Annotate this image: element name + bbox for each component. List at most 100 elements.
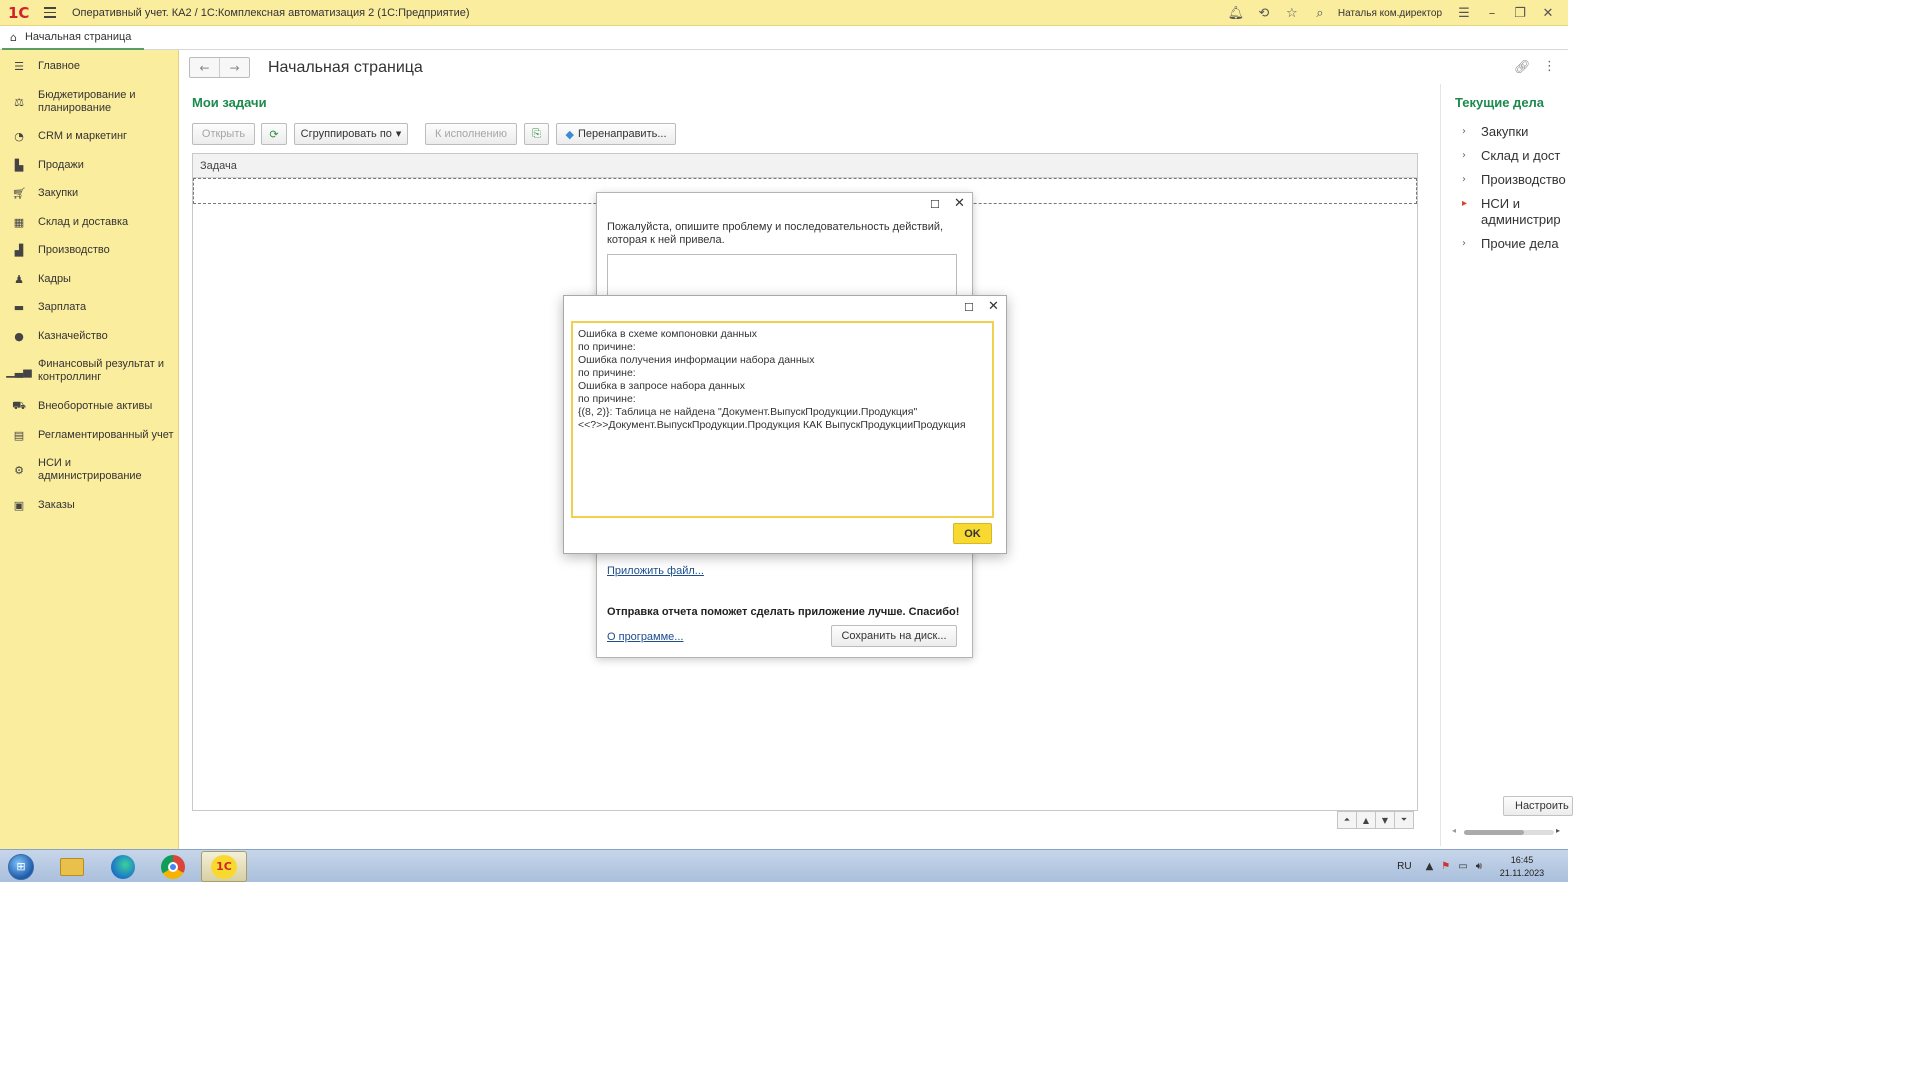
close-icon[interactable]: ✕: [1534, 0, 1562, 26]
edge-icon: [111, 854, 135, 879]
configure-button[interactable]: Настроить: [1503, 796, 1573, 816]
settings-menu-icon[interactable]: ☰: [1450, 0, 1478, 26]
close-icon[interactable]: ✕: [954, 196, 965, 211]
clock[interactable]: 16:45 21.11.2023: [1490, 854, 1554, 880]
warehouse-icon: ▦: [13, 216, 25, 229]
show-hidden-icons-icon[interactable]: ▲: [1426, 861, 1434, 872]
table-scroll-controls: ⏶ ▲ ▼ ⏷: [1337, 811, 1414, 829]
sidebar-item-orders[interactable]: ▣ Заказы: [0, 499, 179, 512]
current-affairs-item[interactable]: › Производство: [1462, 172, 1566, 188]
scroll-top-icon[interactable]: ⏶: [1337, 811, 1357, 829]
start-button[interactable]: ⊞: [3, 851, 39, 882]
sidebar-item-main[interactable]: ☰ Главное: [0, 60, 179, 73]
coin-icon: ●: [14, 330, 24, 343]
network-icon[interactable]: ▭: [1458, 861, 1467, 872]
scroll-left-icon[interactable]: ◂: [1452, 826, 1456, 835]
column-header-task[interactable]: Задача: [193, 154, 1417, 178]
sidebar-item-crm[interactable]: ◔ CRM и маркетинг: [0, 130, 179, 143]
redirect-label: Перенаправить...: [577, 128, 667, 140]
tab-home-page[interactable]: ⌂ Начальная страница: [2, 26, 144, 50]
current-affairs-label: НСИ и администрир: [1481, 196, 1561, 227]
forward-arrow-icon[interactable]: →: [220, 58, 249, 77]
maximize-icon[interactable]: ☐: [930, 198, 940, 211]
sidebar-item-label: CRM и маркетинг: [38, 130, 128, 142]
redirect-button[interactable]: ◆ Перенаправить...: [556, 123, 676, 145]
chevron-right-icon: ›: [1462, 126, 1466, 137]
sidebar-item-sales[interactable]: ▙ Продажи: [0, 159, 179, 172]
error-line: Ошибка получения информации набора данны…: [578, 354, 815, 366]
chrome-taskbar-button[interactable]: [150, 851, 196, 882]
group-by-button[interactable]: Сгруппировать по ▼: [294, 123, 408, 145]
edge-taskbar-button[interactable]: [100, 851, 146, 882]
minimize-icon[interactable]: –: [1478, 0, 1506, 26]
star-icon[interactable]: ☆: [1278, 0, 1306, 26]
sidebar-item-production[interactable]: ▟ Производство: [0, 244, 179, 257]
attach-file-link[interactable]: Приложить файл...: [607, 565, 704, 577]
1c-logo: 1С: [8, 3, 30, 22]
current-affairs-item[interactable]: › Закупки: [1462, 124, 1528, 140]
link-icon[interactable]: 🔗︎: [1514, 60, 1531, 75]
1c-taskbar-button[interactable]: 1С: [201, 851, 247, 882]
sidebar-item-label: Регламентированный учет: [38, 429, 174, 441]
redirect-icon: ◆: [565, 127, 574, 141]
folder-icon: [60, 857, 84, 876]
back-arrow-icon[interactable]: ←: [190, 58, 220, 77]
restore-icon[interactable]: ❐: [1506, 0, 1534, 26]
error-line: Ошибка в запросе набора данных: [578, 380, 746, 392]
refresh-button[interactable]: ⟳: [261, 123, 287, 145]
chrome-icon: [161, 854, 185, 879]
current-affairs-label: Закупки: [1481, 124, 1529, 139]
flag-icon[interactable]: ⚑: [1441, 861, 1450, 872]
language-indicator[interactable]: RU: [1397, 861, 1411, 872]
scroll-right-icon[interactable]: ▸: [1556, 826, 1560, 835]
current-affairs-item[interactable]: ▸ НСИ и администрир: [1462, 196, 1571, 228]
sidebar-item-salary[interactable]: ▬ Зарплата: [0, 301, 179, 314]
sidebar-item-warehouse[interactable]: ▦ Склад и доставка: [0, 216, 179, 229]
sidebar-item-budgeting[interactable]: ⚖ Бюджетирование и планирование: [0, 89, 179, 115]
scroll-bottom-icon[interactable]: ⏷: [1394, 811, 1414, 829]
sidebar-item-label: Продажи: [38, 159, 84, 171]
explorer-taskbar-button[interactable]: [49, 851, 95, 882]
truck-icon: ⛟: [12, 399, 26, 412]
sidebar-item-regulated-accounting[interactable]: ▤ Регламентированный учет: [0, 429, 179, 442]
about-link[interactable]: О программе...: [607, 631, 683, 643]
sidebar-item-financial-result[interactable]: ▁▃▅ Финансовый результат и контроллинг: [0, 358, 179, 384]
ok-button[interactable]: OK: [953, 523, 992, 544]
volume-icon[interactable]: 🔊︎: [1476, 861, 1482, 872]
scroll-down-icon[interactable]: ▼: [1375, 811, 1395, 829]
tab-bar: ⌂ Начальная страница: [0, 26, 1568, 50]
close-icon[interactable]: ✕: [988, 299, 999, 314]
bell-icon[interactable]: 🔔︎: [1222, 0, 1250, 26]
my-tasks-title: Мои задачи: [192, 95, 267, 110]
wallet-icon: ▬: [13, 301, 25, 314]
search-icon[interactable]: ⌕: [1306, 0, 1334, 26]
more-icon[interactable]: ⋮: [1543, 59, 1556, 74]
export-button[interactable]: ⎘: [524, 123, 549, 145]
open-button[interactable]: Открыть: [192, 123, 255, 145]
current-affairs-label: Склад и дост: [1481, 148, 1561, 163]
taskbar: ⊞ 1С RU ▲ ⚑ ▭ 🔊︎ 16:45 21.11.2023: [0, 849, 1568, 882]
to-execution-button[interactable]: К исполнению: [425, 123, 517, 145]
thanks-text: Отправка отчета поможет сделать приложен…: [607, 606, 960, 618]
error-text-field[interactable]: Ошибка в схеме компоновки данных по прич…: [571, 321, 994, 518]
horizontal-scrollbar[interactable]: ◂ ▸: [1452, 826, 1568, 836]
sidebar-item-fixed-assets[interactable]: ⛟ Внеоборотные активы: [0, 399, 179, 413]
main-menu-icon[interactable]: [44, 0, 62, 26]
current-affairs-item[interactable]: › Склад и дост: [1462, 148, 1560, 164]
scroll-thumb[interactable]: [1464, 830, 1524, 835]
menu-icon: ☰: [14, 60, 24, 73]
maximize-icon[interactable]: ☐: [964, 301, 974, 314]
clock-date: 21.11.2023: [1499, 867, 1545, 878]
error-line: по причине:: [578, 367, 636, 379]
sidebar-item-nsi-admin[interactable]: ⚙ НСИ и администрирование: [0, 457, 179, 483]
sidebar-item-treasury[interactable]: ● Казначейство: [0, 330, 179, 343]
history-icon[interactable]: ⟲: [1250, 0, 1278, 26]
sidebar-item-purchases[interactable]: 🛒︎ Закупки: [0, 187, 179, 200]
save-to-disk-button[interactable]: Сохранить на диск...: [831, 625, 957, 647]
refresh-icon: ⟳: [269, 127, 279, 141]
sidebar-item-hr[interactable]: ♟ Кадры: [0, 273, 179, 286]
scroll-up-icon[interactable]: ▲: [1356, 811, 1376, 829]
home-icon: ⌂: [10, 30, 17, 44]
user-name[interactable]: Наталья ком.директор: [1334, 8, 1450, 19]
current-affairs-item[interactable]: › Прочие дела: [1462, 236, 1559, 252]
